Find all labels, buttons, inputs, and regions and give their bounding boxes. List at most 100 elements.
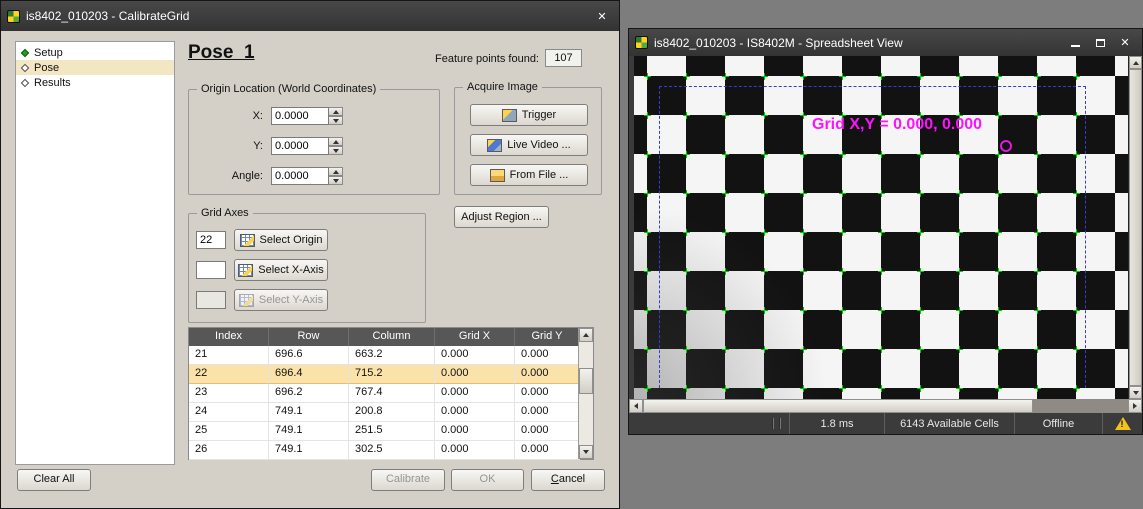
table-row[interactable]: 21696.6663.20.0000.000 (189, 346, 593, 365)
trigger-button[interactable]: Trigger (470, 104, 588, 126)
grid-corner-cross (800, 151, 807, 158)
grid-corner-cross (878, 190, 885, 197)
grid-corner-cross (995, 307, 1002, 314)
close-button[interactable]: ✕ (591, 7, 613, 25)
y-label: Y: (189, 140, 271, 152)
grid-corner-cross (761, 385, 768, 392)
grid-corner-cross (1034, 346, 1041, 353)
scroll-down-button[interactable] (1129, 386, 1142, 399)
tree-item-pose[interactable]: Pose (16, 60, 174, 75)
clear-all-button[interactable]: Clear All (17, 469, 91, 491)
table-row[interactable]: 26749.1302.50.0000.000 (189, 441, 593, 460)
spreadsheet-titlebar[interactable]: is8402_010203 - IS8402M - Spreadsheet Vi… (629, 29, 1142, 56)
scroll-up-button[interactable] (1129, 56, 1142, 69)
tree-item-label: Setup (34, 47, 63, 59)
adjust-region-button[interactable]: Adjust Region ... (454, 206, 549, 228)
spin-down-icon[interactable] (329, 116, 343, 125)
calibrate-button: Calibrate (371, 469, 445, 491)
status-segment-empty (629, 413, 789, 434)
table-row[interactable]: 25749.1251.50.0000.000 (189, 422, 593, 441)
spin-down-icon[interactable] (329, 176, 343, 185)
grip-tick (779, 418, 781, 429)
table-cell: 696.2 (269, 384, 349, 403)
spin-up-icon[interactable] (329, 167, 343, 176)
scroll-left-button[interactable] (629, 399, 643, 413)
minimize-button[interactable] (1064, 34, 1086, 52)
table-cell: 0.000 (435, 365, 515, 384)
spin-up-icon[interactable] (329, 137, 343, 146)
grid-corner-cross (800, 190, 807, 197)
spin-down-icon[interactable] (329, 146, 343, 155)
angle-spinner (329, 167, 343, 185)
y-input[interactable] (271, 137, 329, 155)
grid-corner-cross (1034, 268, 1041, 275)
grid-corner-cross (956, 385, 963, 392)
grid-corner-cross (995, 385, 1002, 392)
table-cell: 24 (189, 403, 269, 422)
grid-corner-cross (683, 151, 690, 158)
checkerboard-view[interactable]: Grid X,Y = 0.000, 0.000 (634, 56, 1128, 399)
region-left-dashed-line (659, 86, 660, 388)
select-x-axis-button[interactable]: Select X-Axis (234, 259, 328, 281)
grid-corner-cross (683, 268, 690, 275)
select-origin-button[interactable]: Select Origin (234, 229, 328, 251)
grid-corner-cross (761, 190, 768, 197)
table-row[interactable]: 24749.1200.80.0000.000 (189, 403, 593, 422)
live-video-button[interactable]: Live Video ... (470, 134, 588, 156)
scroll-down-button[interactable] (579, 445, 593, 459)
x-axis-index-input[interactable] (196, 261, 226, 279)
calibrategrid-titlebar[interactable]: is8402_010203 - CalibrateGrid ✕ (1, 1, 619, 31)
angle-input[interactable] (271, 167, 329, 185)
table-row[interactable]: 23696.2767.40.0000.000 (189, 384, 593, 403)
maximize-button[interactable] (1089, 34, 1111, 52)
tree-item-results[interactable]: Results (16, 75, 174, 90)
scrollbar-thumb[interactable] (643, 399, 1033, 413)
scroll-up-button[interactable] (579, 328, 593, 342)
grid-corner-cross (644, 112, 651, 119)
grid-corner-cross (644, 307, 651, 314)
tree-item-label: Results (34, 77, 71, 89)
grid-corner-cross (956, 307, 963, 314)
table-row[interactable]: 22696.4715.20.0000.000 (189, 365, 593, 384)
grid-corner-cross (722, 268, 729, 275)
select-x-axis-icon (238, 264, 253, 277)
spin-up-icon[interactable] (329, 107, 343, 116)
grid-corner-cross (722, 112, 729, 119)
close-button[interactable]: ✕ (1114, 34, 1136, 52)
grid-corner-cross (800, 73, 807, 80)
grid-corner-cross (644, 268, 651, 275)
select-y-axis-icon (239, 294, 254, 307)
column-header: Row (269, 328, 349, 346)
close-icon: ✕ (597, 10, 606, 23)
grid-corner-cross (1073, 190, 1080, 197)
scrollbar-thumb[interactable] (579, 368, 593, 394)
navigation-tree: Setup Pose Results (15, 41, 175, 465)
grid-axes-group: Grid Axes Select Origin Select X-Axis Se… (188, 213, 426, 323)
grid-corner-cross (1073, 346, 1080, 353)
grid-corner-cross (683, 190, 690, 197)
maximize-icon (1096, 39, 1105, 47)
grid-corner-cross (956, 112, 963, 119)
table-cell: 0.000 (515, 422, 580, 441)
tree-item-setup[interactable]: Setup (16, 45, 174, 60)
grid-corner-cross (878, 73, 885, 80)
grid-corner-cross (1073, 268, 1080, 275)
origin-index-input[interactable] (196, 231, 226, 249)
adjust-region-label: Adjust Region ... (461, 211, 542, 223)
grid-corner-cross (839, 385, 846, 392)
diamond-icon (21, 63, 29, 71)
diamond-icon (21, 78, 29, 86)
grid-corner-cross (644, 229, 651, 236)
from-file-button[interactable]: From File ... (470, 164, 588, 186)
grid-corner-cross (1073, 385, 1080, 392)
scroll-right-button[interactable] (1128, 399, 1142, 413)
scrollbar-thumb[interactable] (1129, 69, 1142, 386)
grid-corner-cross (800, 346, 807, 353)
grid-corner-cross (1073, 229, 1080, 236)
grid-corner-cross (956, 268, 963, 275)
window-calibrategrid: is8402_010203 - CalibrateGrid ✕ Setup Po… (0, 0, 620, 509)
cancel-button[interactable]: Cancel (531, 469, 605, 491)
x-input[interactable] (271, 107, 329, 125)
grid-corner-cross (683, 73, 690, 80)
table-cell: 21 (189, 346, 269, 365)
